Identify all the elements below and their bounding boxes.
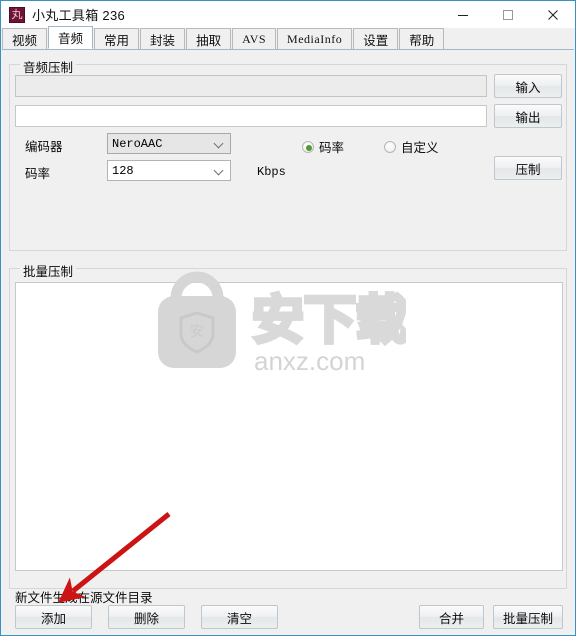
- audio-encode-legend: 音频压制: [20, 57, 77, 76]
- radio-custom-mode[interactable]: 自定义: [384, 137, 439, 156]
- app-icon: 丸: [9, 6, 25, 23]
- window-controls: [440, 1, 575, 28]
- tab-avs[interactable]: AVS: [232, 28, 277, 49]
- tab-mux[interactable]: 封装: [140, 28, 186, 49]
- window-title: 小丸工具箱 236: [32, 8, 126, 23]
- batch-file-list[interactable]: [15, 282, 563, 571]
- chevron-down-icon: [215, 139, 224, 148]
- title-bar: 丸 小丸工具箱 236: [1, 1, 575, 28]
- merge-button[interactable]: 合并: [419, 605, 484, 629]
- clear-button[interactable]: 清空: [201, 605, 278, 629]
- output-location-note: 新文件生成在源文件目录: [15, 591, 153, 605]
- bitrate-label: 码率: [25, 167, 51, 181]
- encoder-select-value: NeroAAC: [112, 136, 163, 151]
- output-path-field[interactable]: [15, 105, 487, 127]
- delete-button[interactable]: 删除: [108, 605, 185, 629]
- encode-button[interactable]: 压制: [494, 156, 562, 180]
- tab-settings[interactable]: 设置: [353, 28, 399, 49]
- radio-dot-icon: [384, 140, 396, 153]
- bitrate-select-value: 128: [112, 163, 134, 178]
- bitrate-unit-label: Kbps: [257, 165, 286, 179]
- add-button[interactable]: 添加: [15, 605, 92, 629]
- tab-audio[interactable]: 音频: [48, 26, 94, 49]
- tab-mediainfo[interactable]: MediaInfo: [277, 28, 353, 49]
- radio-bitrate-label: 码率: [319, 141, 345, 155]
- batch-encode-button[interactable]: 批量压制: [493, 605, 563, 629]
- radio-custom-label: 自定义: [401, 141, 439, 155]
- input-browse-button[interactable]: 输入: [494, 74, 562, 98]
- tab-help[interactable]: 帮助: [399, 28, 445, 49]
- batch-encode-legend: 批量压制: [20, 261, 77, 280]
- tab-strip: 视频 音频 常用 封装 抽取 AVS MediaInfo 设置 帮助: [2, 26, 574, 50]
- bitrate-select[interactable]: 128: [107, 160, 231, 181]
- close-icon[interactable]: [530, 1, 575, 28]
- encoder-select[interactable]: NeroAAC: [107, 133, 231, 154]
- radio-bitrate-mode[interactable]: 码率: [302, 137, 344, 156]
- minimize-icon[interactable]: [440, 1, 485, 28]
- maximize-icon[interactable]: [485, 1, 530, 28]
- tab-extract[interactable]: 抽取: [186, 28, 232, 49]
- chevron-down-icon: [215, 166, 224, 175]
- output-browse-button[interactable]: 输出: [494, 104, 562, 128]
- input-path-field[interactable]: [15, 75, 487, 97]
- radio-dot-icon: [302, 140, 314, 153]
- app-window: 丸 小丸工具箱 236 视频 音频 常用 封装 抽取 AVS MediaInfo…: [0, 0, 576, 636]
- tab-common[interactable]: 常用: [94, 28, 140, 49]
- encoder-label: 编码器: [25, 140, 63, 154]
- tab-video[interactable]: 视频: [2, 28, 48, 49]
